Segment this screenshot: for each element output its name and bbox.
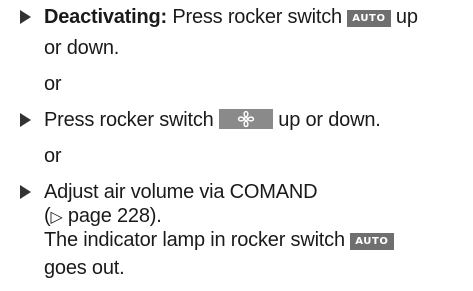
instruction-line-4: Adjust air volume via COMAND (44, 180, 318, 204)
instruction-line-3: Press rocker switch up or down. (44, 108, 381, 132)
result-text: The indicator lamp in rocker switch (44, 229, 351, 251)
instruction-text: up or down. (272, 109, 381, 131)
instruction-page: Deactivating: Press rocker switch AUTO u… (0, 0, 473, 291)
or-separator: or (44, 145, 62, 167)
result-text: goes out. (44, 257, 125, 279)
fan-icon (237, 110, 255, 128)
result-line-2: goes out. (44, 256, 125, 280)
instruction-text: Adjust air volume via COMAND (44, 181, 318, 203)
instruction-text: Press rocker switch (167, 6, 348, 28)
deactivating-label: Deactivating: (44, 6, 167, 28)
instruction-line-2: or down. (44, 36, 119, 60)
or-separator: or (44, 73, 62, 95)
page-reference: (▷ page 228). (44, 205, 162, 227)
fan-key (218, 109, 273, 129)
auto-key-icon: AUTO (350, 233, 394, 250)
page-reference-icon: ▷ (50, 207, 63, 226)
instruction-line-1: Deactivating: Press rocker switch AUTO u… (44, 5, 418, 29)
auto-key-icon: AUTO (347, 10, 391, 27)
triangle-bullet-icon (20, 113, 31, 127)
triangle-bullet-icon (20, 10, 31, 24)
instruction-text: or down. (44, 37, 120, 59)
instruction-text: Press rocker switch (44, 109, 219, 131)
triangle-bullet-icon (20, 185, 31, 199)
result-line-1: The indicator lamp in rocker switch AUTO (44, 228, 394, 252)
instruction-text: up (390, 6, 418, 28)
